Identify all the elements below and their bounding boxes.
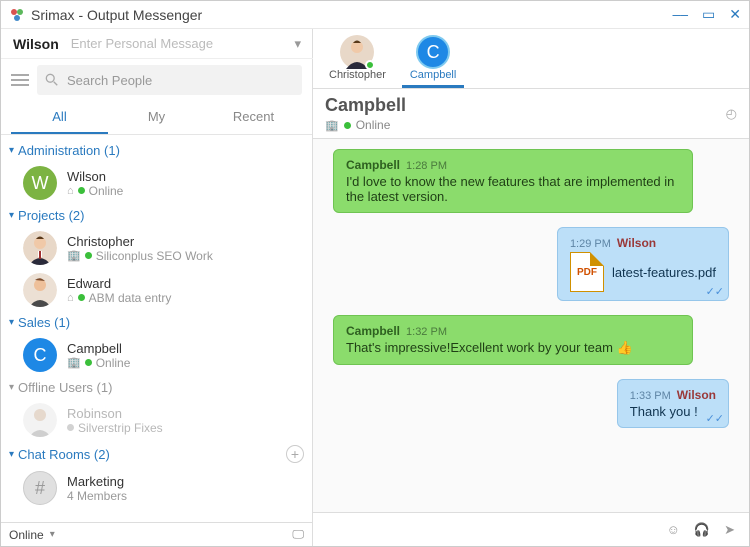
home-icon: ⌂ bbox=[67, 292, 74, 304]
current-user-name: Wilson bbox=[13, 36, 59, 52]
chat-contact-name: Campbell bbox=[325, 95, 406, 116]
group-chatrooms[interactable]: ▾Chat Rooms (2)+ bbox=[1, 441, 312, 467]
hash-icon: # bbox=[23, 471, 57, 505]
chevron-down-icon: ▾ bbox=[9, 145, 14, 156]
person-edward[interactable]: Edward ⌂ABM data entry bbox=[1, 269, 312, 311]
chat-footer: ☺ 🎧 ➤ bbox=[313, 512, 749, 546]
pdf-icon: PDF bbox=[570, 252, 604, 292]
avatar bbox=[23, 231, 57, 265]
avatar: C bbox=[416, 35, 450, 69]
minimize-button[interactable]: –– bbox=[672, 6, 688, 23]
window-title: Srimax - Output Messenger bbox=[31, 7, 202, 23]
message-incoming: Campbell1:32 PM That's impressive!Excell… bbox=[333, 315, 729, 365]
status-label: Online bbox=[9, 528, 44, 542]
app-logo-icon bbox=[9, 7, 25, 23]
chevron-down-icon: ▾ bbox=[50, 529, 55, 540]
read-receipt-icon: ✓✓ bbox=[706, 285, 724, 298]
status-bar[interactable]: Online ▾ 🖵 bbox=[1, 522, 312, 546]
group-projects[interactable]: ▾Projects (2) bbox=[1, 204, 312, 227]
person-christopher[interactable]: Christopher 🏢Siliconplus SEO Work bbox=[1, 227, 312, 269]
personal-message-input[interactable]: Enter Personal Message bbox=[71, 36, 295, 51]
device-icon[interactable]: 🖵 bbox=[292, 527, 304, 542]
tab-my[interactable]: My bbox=[108, 101, 205, 134]
status-dot bbox=[85, 359, 92, 366]
status-dot bbox=[78, 187, 85, 194]
device-icon: ⌂ bbox=[67, 185, 74, 197]
message-outgoing: 1:33 PMWilson Thank you ! ✓✓ bbox=[333, 379, 729, 428]
avatar: W bbox=[23, 166, 57, 200]
maximize-button[interactable]: ▭ bbox=[702, 6, 715, 23]
close-button[interactable]: ✕ bbox=[729, 6, 741, 23]
person-campbell[interactable]: C Campbell 🏢Online bbox=[1, 334, 312, 376]
building-icon: 🏢 bbox=[67, 249, 81, 262]
building-icon: 🏢 bbox=[325, 119, 339, 132]
chevron-down-icon: ▾ bbox=[9, 449, 14, 460]
read-receipt-icon: ✓✓ bbox=[706, 412, 724, 425]
contact-list: ▾Administration (1) W Wilson ⌂Online ▾Pr… bbox=[1, 135, 312, 522]
chevron-down-icon: ▾ bbox=[9, 210, 14, 221]
history-icon[interactable]: ◴ bbox=[726, 106, 737, 122]
message-outgoing: 1:29 PMWilson PDF latest-features.pdf ✓✓ bbox=[333, 227, 729, 301]
tab-all[interactable]: All bbox=[11, 101, 108, 134]
room-marketing[interactable]: # Marketing 4 Members bbox=[1, 467, 312, 509]
avatar bbox=[23, 273, 57, 307]
title-bar: Srimax - Output Messenger –– ▭ ✕ bbox=[1, 1, 749, 29]
chevron-down-icon[interactable]: ▾ bbox=[294, 36, 301, 52]
chat-header: Campbell 🏢Online ◴ bbox=[313, 89, 749, 139]
person-name: Edward bbox=[67, 276, 302, 291]
avatar: C bbox=[23, 338, 57, 372]
sidebar-tabs: All My Recent bbox=[1, 101, 312, 135]
chevron-down-icon: ▾ bbox=[9, 382, 14, 393]
add-chatroom-button[interactable]: + bbox=[286, 445, 304, 463]
chat-tabs: Christopher C Campbell bbox=[313, 29, 749, 89]
headset-icon[interactable]: 🎧 bbox=[694, 522, 710, 538]
person-robinson[interactable]: Robinson Silverstrip Fixes bbox=[1, 399, 312, 441]
status-dot bbox=[344, 122, 351, 129]
group-offline[interactable]: ▾Offline Users (1) bbox=[1, 376, 312, 399]
avatar bbox=[340, 35, 374, 69]
file-attachment[interactable]: PDF latest-features.pdf bbox=[570, 252, 716, 292]
status-dot bbox=[78, 294, 85, 301]
group-sales[interactable]: ▾Sales (1) bbox=[1, 311, 312, 334]
status-dot bbox=[67, 424, 74, 431]
chevron-down-icon: ▾ bbox=[9, 317, 14, 328]
person-name: Wilson bbox=[67, 169, 302, 184]
status-dot bbox=[85, 252, 92, 259]
tab-recent[interactable]: Recent bbox=[205, 101, 302, 134]
sidebar: Wilson Enter Personal Message ▾ Search P… bbox=[1, 29, 313, 546]
chat-tab-christopher[interactable]: Christopher bbox=[321, 33, 394, 88]
search-input[interactable]: Search People bbox=[37, 65, 302, 95]
chat-panel: Christopher C Campbell Campbell 🏢Online … bbox=[313, 29, 749, 546]
person-name: Campbell bbox=[67, 341, 302, 356]
person-wilson[interactable]: W Wilson ⌂Online bbox=[1, 162, 312, 204]
hamburger-menu-icon[interactable] bbox=[11, 74, 29, 86]
current-user-row[interactable]: Wilson Enter Personal Message ▾ bbox=[1, 29, 313, 59]
room-name: Marketing bbox=[67, 474, 302, 489]
chat-tab-campbell[interactable]: C Campbell bbox=[402, 33, 464, 88]
search-icon bbox=[45, 73, 59, 87]
building-icon: 🏢 bbox=[67, 356, 81, 369]
person-name: Robinson bbox=[67, 406, 302, 421]
emoji-icon[interactable]: ☺ bbox=[667, 522, 680, 537]
chat-messages: Campbell1:28 PM I'd love to know the new… bbox=[313, 139, 749, 512]
send-icon[interactable]: ➤ bbox=[724, 522, 735, 538]
person-name: Christopher bbox=[67, 234, 302, 249]
message-incoming: Campbell1:28 PM I'd love to know the new… bbox=[333, 149, 729, 213]
avatar bbox=[23, 403, 57, 437]
group-administration[interactable]: ▾Administration (1) bbox=[1, 139, 312, 162]
